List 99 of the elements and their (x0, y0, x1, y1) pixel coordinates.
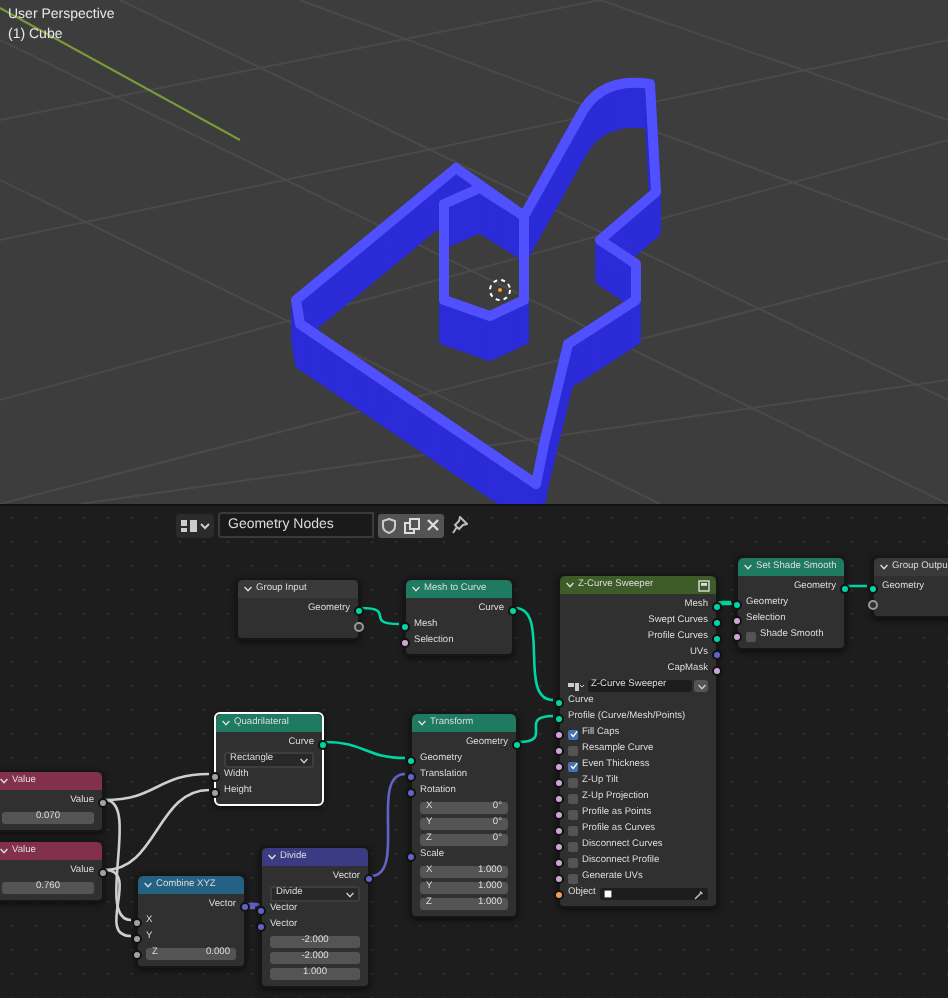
socket-dot[interactable] (406, 771, 416, 781)
socket-dot[interactable] (256, 921, 266, 931)
socket-dot[interactable] (132, 949, 142, 959)
collapse-icon[interactable] (566, 582, 574, 588)
socket-dot[interactable] (210, 787, 220, 797)
socket-dot[interactable] (400, 637, 410, 647)
socket-dot[interactable] (554, 825, 564, 835)
socket-dot[interactable] (318, 739, 328, 749)
duplicate-button[interactable] (400, 513, 422, 537)
checkbox[interactable] (568, 809, 578, 819)
collapse-icon[interactable] (880, 564, 888, 570)
socket-dot[interactable] (210, 771, 220, 781)
empty-socket[interactable] (868, 599, 878, 609)
socket-dot[interactable] (406, 755, 416, 765)
socket-dot[interactable] (554, 857, 564, 867)
socket-dot[interactable] (98, 797, 108, 807)
checkbox[interactable] (568, 825, 578, 835)
checkbox[interactable] (568, 761, 578, 771)
node-link (243, 902, 259, 910)
socket-dot[interactable] (554, 809, 564, 819)
socket-dot[interactable] (554, 761, 564, 771)
collapse-icon[interactable] (744, 564, 752, 570)
pin-icon (451, 516, 467, 534)
collapse-icon[interactable] (144, 882, 152, 888)
socket-dot[interactable] (554, 713, 564, 723)
caret-icon (346, 891, 354, 897)
object-icon (603, 890, 612, 898)
node-editor-icon (180, 517, 198, 533)
socket-dot[interactable] (554, 841, 564, 851)
eyedropper-icon[interactable] (694, 889, 704, 899)
socket-dot[interactable] (256, 905, 266, 915)
copy-icon (403, 517, 419, 533)
socket-dot[interactable] (554, 889, 564, 899)
collapse-icon[interactable] (268, 854, 276, 860)
node-link (847, 584, 867, 588)
socket-dot[interactable] (712, 617, 722, 627)
node[interactable] (558, 574, 718, 908)
caret-icon (697, 683, 705, 689)
checkbox[interactable] (746, 631, 756, 641)
socket-dot[interactable] (712, 649, 722, 659)
collapse-icon[interactable] (0, 848, 8, 854)
node-tree-icon[interactable] (568, 681, 584, 691)
socket-dot[interactable] (406, 851, 416, 861)
editor-type-button[interactable] (176, 513, 214, 537)
collapse-icon[interactable] (418, 720, 426, 726)
node-link (370, 772, 406, 878)
node-link (514, 606, 554, 702)
checkbox[interactable] (568, 793, 578, 803)
socket-dot[interactable] (554, 873, 564, 883)
socket-dot[interactable] (98, 867, 108, 877)
node-link (360, 606, 400, 626)
socket-dot[interactable] (406, 787, 416, 797)
checkbox[interactable] (568, 729, 578, 739)
caret-icon (200, 521, 210, 529)
collapse-icon[interactable] (0, 778, 8, 784)
socket-dot[interactable] (240, 901, 250, 911)
socket-dot[interactable] (554, 745, 564, 755)
node-group-icon (698, 579, 710, 591)
collapse-icon[interactable] (222, 720, 230, 726)
caret-icon (300, 757, 308, 763)
socket-dot[interactable] (712, 633, 722, 643)
socket-dot[interactable] (712, 665, 722, 675)
socket-dot[interactable] (732, 599, 742, 609)
socket-dot[interactable] (840, 583, 850, 593)
socket-dot[interactable] (512, 739, 522, 749)
node-editor-canvas[interactable] (0, 506, 948, 998)
socket-dot[interactable] (554, 697, 564, 707)
checkbox[interactable] (568, 745, 578, 755)
socket-dot[interactable] (554, 729, 564, 739)
socket-dot[interactable] (732, 631, 742, 641)
shield-icon (382, 517, 396, 533)
close-icon (426, 518, 440, 532)
fake-user-button[interactable] (378, 513, 400, 537)
checkbox[interactable] (568, 841, 578, 851)
socket-dot[interactable] (132, 917, 142, 927)
empty-socket[interactable] (354, 621, 364, 631)
socket-dot[interactable] (354, 605, 364, 615)
pin-button[interactable] (448, 513, 470, 537)
browse-button[interactable] (694, 679, 708, 693)
collapse-icon[interactable] (412, 586, 420, 592)
socket-dot[interactable] (364, 873, 374, 883)
socket-dot[interactable] (554, 793, 564, 803)
socket-dot[interactable] (508, 605, 518, 615)
checkbox[interactable] (568, 857, 578, 867)
socket-dot[interactable] (554, 777, 564, 787)
socket-dot[interactable] (712, 601, 722, 611)
checkbox[interactable] (568, 777, 578, 787)
node-link (719, 600, 731, 606)
node-link (518, 714, 554, 744)
close-button[interactable] (422, 513, 444, 537)
socket-dot[interactable] (868, 583, 878, 593)
node-link (324, 740, 406, 760)
object-field[interactable] (599, 887, 708, 901)
socket-dot[interactable] (400, 621, 410, 631)
checkbox[interactable] (568, 873, 578, 883)
socket-dot[interactable] (732, 615, 742, 625)
collapse-icon[interactable] (244, 586, 252, 592)
3d-cursor-icon (489, 279, 511, 301)
socket-dot[interactable] (132, 933, 142, 943)
